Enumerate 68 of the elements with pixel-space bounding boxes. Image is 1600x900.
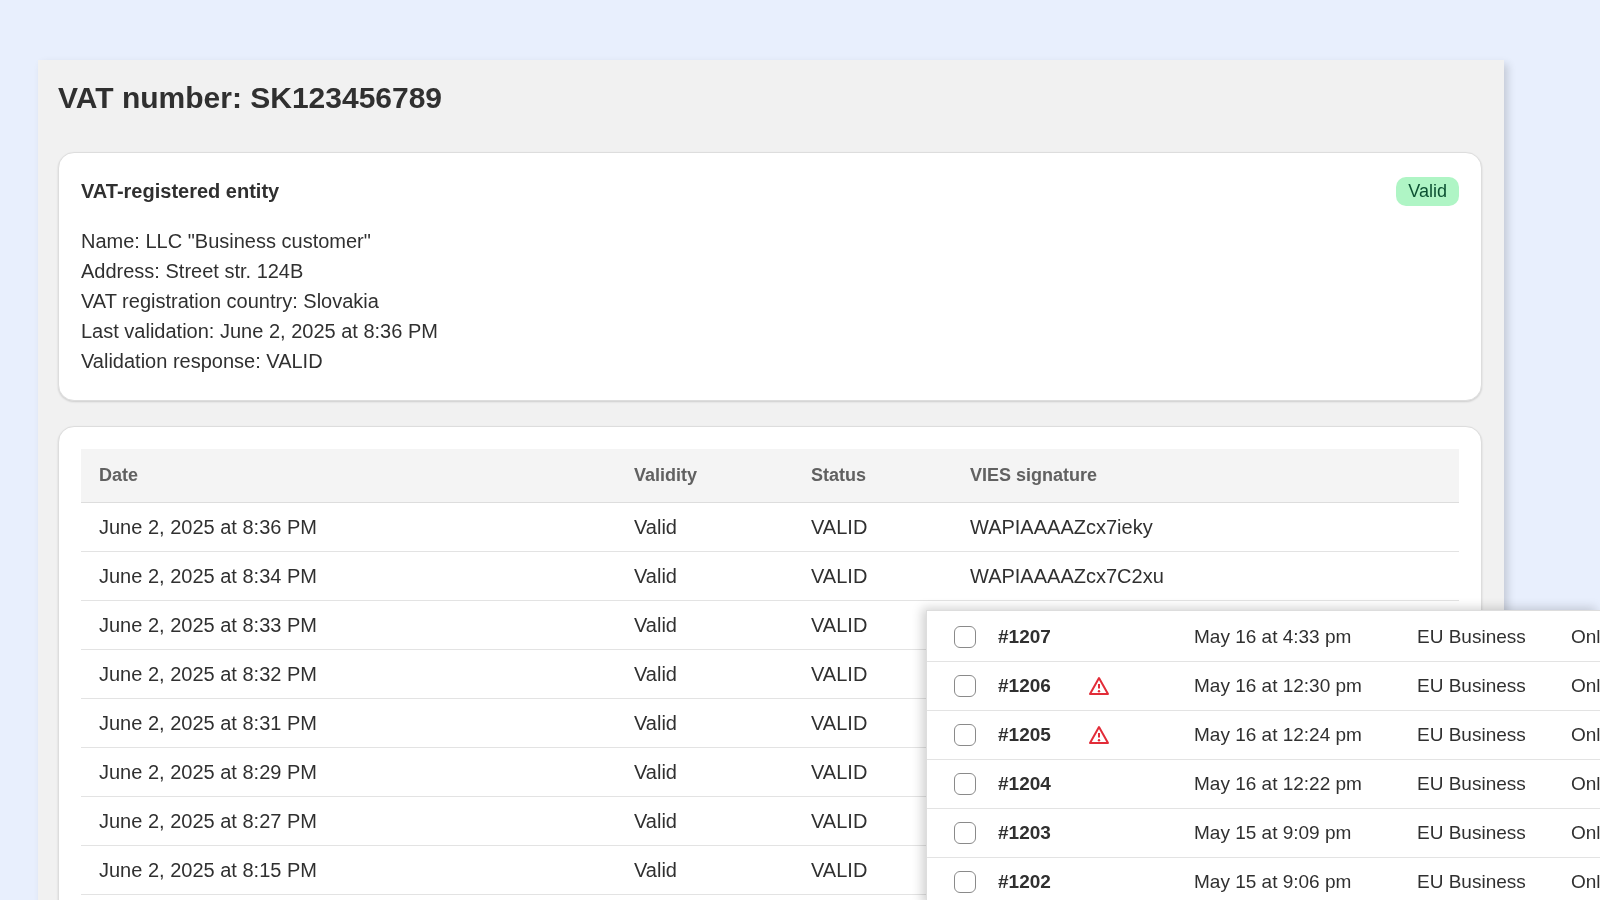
table-cell-text: Valid [634,613,678,637]
table-cell-text: Valid [634,809,678,833]
table-cell: Onl [1571,724,1600,746]
table-cell-text: Valid [634,711,678,735]
table-cell-text: VALID [811,613,869,637]
entity-detail-text: Address: Street str. 124B [81,259,305,284]
table-cell: Onl [1571,822,1600,844]
table-cell-text: May 16 at 12:24 pm [1194,724,1363,746]
table-cell-text: EU Business [1417,822,1527,844]
table-cell-text: May 16 at 12:22 pm [1194,773,1363,795]
table-cell-text: May 16 at 4:33 pm [1194,626,1353,648]
column-header: Validity [634,465,699,486]
table-cell-text: WAPIAAAAZcx7C2xu [970,564,1165,588]
table-cell-text: VALID [811,858,869,882]
table-cell-text: June 2, 2025 at 8:34 PM [99,564,318,588]
table-cell: Onl [1571,675,1600,697]
entity-detail-text: Last validation: June 2, 2025 at 8:36 PM [81,319,439,344]
table-cell: Onl [1571,871,1600,893]
table-cell-text: WAPIAAAAZcx7ieky [970,515,1154,539]
table-cell-text: EU Business [1417,773,1527,795]
table-cell-text: Valid [634,564,678,588]
checkbox[interactable] [954,724,976,746]
order-number[interactable]: #1206 [998,675,1088,697]
order-number[interactable]: #1202 [998,871,1088,893]
table-cell-text: EU Business [1417,626,1527,648]
table-cell-text: May 15 at 9:09 pm [1194,822,1353,844]
table-cell-text: June 2, 2025 at 8:15 PM [99,858,318,882]
table-cell-text: VALID [811,760,869,784]
table-cell-text: June 2, 2025 at 8:29 PM [99,760,318,784]
column-header: VIES signature [970,465,1099,486]
order-number[interactable]: #1207 [998,626,1088,648]
order-number[interactable]: #1205 [998,724,1088,746]
order-number[interactable]: #1203 [998,822,1088,844]
table-cell: Onl [1571,626,1600,648]
table-cell-text: EU Business [1417,724,1527,746]
entity-detail-text: VAT registration country: Slovakia [81,289,380,314]
table-cell-text: VALID [811,564,869,588]
table-cell-text: EU Business [1417,871,1527,893]
order-number[interactable]: #1204 [998,773,1088,795]
checkbox[interactable] [954,626,976,648]
entity-detail-text: Name: LLC "Business customer" [81,229,372,254]
table-cell-text: June 2, 2025 at 8:33 PM [99,613,318,637]
table-cell-text: Valid [634,858,678,882]
column-header: Status [811,465,867,486]
checkbox[interactable] [954,675,976,697]
table-cell-text: June 2, 2025 at 8:31 PM [99,711,318,735]
entity-detail-text: Validation response: VALID [81,349,324,374]
table-cell-text: May 15 at 9:06 pm [1194,871,1353,893]
table-cell-text: May 16 at 12:30 pm [1194,675,1363,697]
table-cell-text: June 2, 2025 at 8:27 PM [99,809,318,833]
table-cell: Onl [1571,773,1600,795]
table-cell-text: VALID [811,662,869,686]
table-cell-text: VALID [811,515,869,539]
column-header: Date [99,465,139,486]
checkbox[interactable] [954,822,976,844]
page-title: VAT number: SK123456789 [58,80,444,116]
table-cell-text: June 2, 2025 at 8:32 PM [99,662,318,686]
status-badge: Valid [1396,177,1459,206]
table-cell-text: June 2, 2025 at 8:36 PM [99,515,318,539]
checkbox[interactable] [954,773,976,795]
table-cell-text: VALID [811,809,869,833]
checkbox[interactable] [954,871,976,893]
table-cell-text: Valid [634,760,678,784]
table-cell-text: VALID [811,711,869,735]
table-cell-text: EU Business [1417,675,1527,697]
table-cell-text: Valid [634,662,678,686]
table-cell-text: Valid [634,515,678,539]
card-heading: VAT-registered entity [81,180,280,203]
